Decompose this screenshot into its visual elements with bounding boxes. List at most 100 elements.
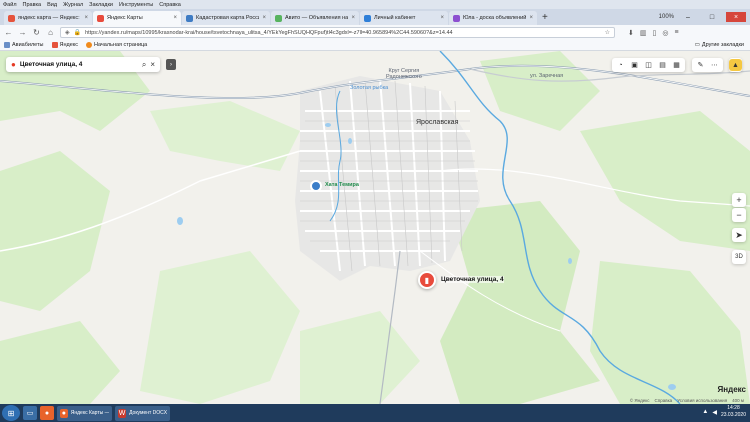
tab-favicon-icon xyxy=(364,14,371,22)
window-controls: 100% – □ × xyxy=(659,9,750,25)
search-input[interactable]: Цветочная улица, 4 xyxy=(20,61,138,68)
forward-icon[interactable]: → xyxy=(18,28,27,37)
tab-1[interactable]: Яндекс Карты × xyxy=(93,11,181,25)
downloads-icon[interactable]: ⬇ xyxy=(628,29,634,37)
menu-tools[interactable]: Инструменты xyxy=(119,2,153,8)
tab-title: яндекс карта — Яндекс: нашл xyxy=(18,15,81,21)
tab-favicon-icon xyxy=(8,14,15,22)
library-icon[interactable]: ▥ xyxy=(640,29,647,37)
close-window-button[interactable]: × xyxy=(726,12,746,22)
tab-title: Юла - доска объявлений в К xyxy=(463,15,527,21)
clear-icon[interactable]: × xyxy=(150,60,155,69)
help-link[interactable]: Справка xyxy=(655,398,673,403)
volume-icon[interactable]: ◀ xyxy=(712,409,717,416)
bookmark-item[interactable]: Начальная страница xyxy=(86,42,147,48)
menu-edit[interactable]: Правка xyxy=(23,2,42,8)
home-icon[interactable]: ⌂ xyxy=(46,28,55,37)
menu-help[interactable]: Справка xyxy=(159,2,181,8)
transport-icon[interactable]: ▤ xyxy=(656,59,669,71)
tab-2[interactable]: Кадастровая карта России он× xyxy=(182,11,270,25)
lock-icon[interactable]: 🔒 xyxy=(74,29,81,36)
other-bookmarks-label: Другие закладки xyxy=(701,42,744,48)
3d-button[interactable]: 3D xyxy=(732,250,746,264)
menu-file[interactable]: Файл xyxy=(3,2,17,8)
tab-close-icon[interactable]: × xyxy=(262,15,266,21)
geolocation-icon[interactable]: ➤ xyxy=(732,228,746,242)
panorama-icon[interactable]: ◔ xyxy=(614,59,627,71)
taskbar-item-browser[interactable]: ● Яндекс Карты — ... xyxy=(57,405,112,421)
address-bar[interactable]: ◈ 🔒 https://yandex.ru/maps/10995/krasnod… xyxy=(60,27,615,38)
bookmark-item[interactable]: Авиабилеты xyxy=(4,42,44,48)
poi-label[interactable]: Хата Темира xyxy=(325,182,359,188)
terms-link[interactable]: Условия использования xyxy=(677,398,727,403)
map-layers-toolbar: ◔ ▣ ◫ ▤ ▦ xyxy=(612,58,685,72)
zoom-out-button[interactable]: − xyxy=(732,208,746,222)
tab-0[interactable]: яндекс карта — Яндекс: нашл× xyxy=(4,11,92,25)
menu-view[interactable]: Вид xyxy=(47,2,57,8)
poi-icon[interactable] xyxy=(310,180,322,192)
tab-close-icon[interactable]: × xyxy=(173,15,177,21)
maximize-button[interactable]: □ xyxy=(702,12,722,22)
map-canvas[interactable]: Круг Сергия Радонежского Золотая рыбка Я… xyxy=(0,51,750,404)
reload-icon[interactable]: ↻ xyxy=(32,28,41,37)
menu-bookmarks[interactable]: Закладки xyxy=(89,2,113,8)
clock[interactable]: 14:28 23.03.2020 xyxy=(721,405,746,419)
back-icon[interactable]: ← xyxy=(4,28,13,37)
tab-close-icon[interactable]: × xyxy=(529,15,533,21)
avatar[interactable]: ▲ xyxy=(729,59,742,71)
document-icon: W xyxy=(118,408,127,418)
camera-icon[interactable]: ▣ xyxy=(628,59,641,71)
tab-4[interactable]: Личный кабинет × xyxy=(360,11,448,25)
start-button[interactable]: ⊞ xyxy=(2,405,20,421)
pocket-icon[interactable]: ◎ xyxy=(662,29,668,37)
taskbar-item-document[interactable]: W Документ DOCX... xyxy=(115,405,170,421)
clock-time: 14:28 xyxy=(727,405,740,411)
other-bookmarks[interactable]: ▭ Другие закладки xyxy=(695,42,744,48)
menu-history[interactable]: Журнал xyxy=(63,2,83,8)
traffic-icon[interactable]: ▦ xyxy=(670,59,683,71)
search-icon[interactable]: ⌕ xyxy=(142,60,146,70)
bookmark-favicon-icon xyxy=(51,42,58,48)
map-label-yaroslavskaya: Ярославская xyxy=(416,119,459,126)
tab-5[interactable]: Юла - доска объявлений в К× xyxy=(449,11,537,25)
tab-favicon-icon xyxy=(275,14,282,22)
bookmark-label: Яндекс xyxy=(59,42,79,48)
firefox-icon[interactable]: ● xyxy=(40,406,54,420)
more-icon[interactable]: ⋯ xyxy=(708,59,721,71)
tab-close-icon[interactable]: × xyxy=(84,15,88,21)
zoom-level: 100% xyxy=(658,14,674,20)
minimize-button[interactable]: – xyxy=(678,12,698,22)
menu-icon[interactable]: ≡ xyxy=(674,29,678,37)
yandex-logo: Яндекс xyxy=(717,385,746,394)
location-marker-label[interactable]: Цветочная улица, 4 xyxy=(441,276,504,283)
map-extra-toolbar: ✎ ⋯ xyxy=(692,58,723,72)
bookmark-star-icon[interactable]: ☆ xyxy=(605,29,610,36)
tab-strip: яндекс карта — Яндекс: нашл× Яндекс Карт… xyxy=(0,9,750,25)
url-text[interactable]: https://yandex.ru/maps/10995/krasnodar-k… xyxy=(85,30,601,36)
folder-icon: ▭ xyxy=(694,42,700,48)
system-tray: ▲ ◀ 14:28 23.03.2020 xyxy=(702,405,746,419)
shield-icon[interactable]: ◈ xyxy=(65,29,70,36)
map-search-box[interactable]: ● Цветочная улица, 4 ⌕ × xyxy=(6,57,160,72)
collapse-panel-button[interactable]: › xyxy=(166,59,176,70)
tab-close-icon[interactable]: × xyxy=(351,15,355,21)
tab-3[interactable]: Авито — Объявления на сайт× xyxy=(271,11,359,25)
zoom-in-button[interactable]: + xyxy=(732,193,746,207)
new-tab-button[interactable]: + xyxy=(538,12,552,25)
taskbar-item-label: Документ DOCX... xyxy=(129,410,167,416)
ruler-icon[interactable]: ✎ xyxy=(694,59,707,71)
file-explorer-icon[interactable]: ▭ xyxy=(23,406,37,420)
tab-favicon-icon xyxy=(97,14,104,22)
location-marker-icon[interactable]: ▮ xyxy=(418,271,436,289)
map-label-zolotaya[interactable]: Золотая рыбка xyxy=(350,85,388,91)
map-label-zarechnaya: ул. Заречная xyxy=(530,73,564,79)
tab-title: Авито — Объявления на сайт xyxy=(285,15,349,21)
sidebar-icon[interactable]: ▯ xyxy=(653,29,657,37)
scale-label: 400 м xyxy=(732,398,744,403)
map-copyright: © Яндекс Справка Условия использования 4… xyxy=(630,398,744,403)
taskbar: ⊞ ▭ ● ● Яндекс Карты — ... W Документ DO… xyxy=(0,404,750,422)
bookmark-item[interactable]: Яндекс xyxy=(51,42,79,48)
tab-close-icon[interactable]: × xyxy=(440,15,444,21)
route-icon[interactable]: ◫ xyxy=(642,59,655,71)
network-icon[interactable]: ▲ xyxy=(702,409,708,415)
